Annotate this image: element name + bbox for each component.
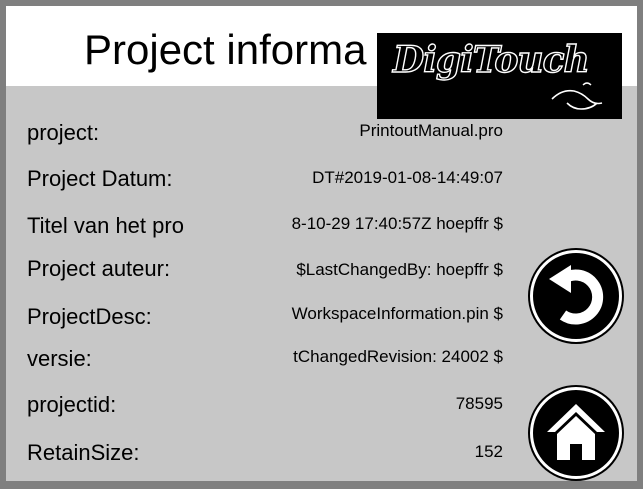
value-projectid-box: 78595 (218, 389, 503, 419)
value-projectdesc: WorkspaceInformation.pin $ (291, 304, 503, 323)
page-title: Project informa (84, 26, 367, 73)
value-project-auteur-box: $LastChangedBy: hoepffr $ (218, 255, 503, 285)
label-versie: versie: (27, 346, 92, 371)
value-projectid: 78595 (455, 394, 503, 413)
back-arrow-icon (549, 265, 604, 325)
value-project: PrintoutManual.pro (359, 121, 503, 140)
home-button[interactable] (530, 387, 622, 479)
value-versie: tChangedRevision: 24002 $ (293, 347, 503, 366)
value-versie-box: tChangedRevision: 24002 $ (218, 342, 503, 372)
value-retainsize: 152 (474, 442, 503, 461)
value-project-box: PrintoutManual.pro (218, 116, 503, 146)
label-titel: Titel van het pro (27, 213, 184, 238)
project-info-screen: Project informa DigiTouch project: Print… (0, 0, 643, 489)
value-projectdesc-box: WorkspaceInformation.pin $ (218, 299, 503, 329)
value-retainsize-box: 152 (218, 437, 503, 467)
back-button[interactable] (530, 250, 622, 342)
digitouch-logo: DigiTouch (377, 33, 622, 119)
home-icon (547, 404, 605, 460)
label-project-datum: Project Datum: (27, 166, 173, 191)
label-titel-box: Titel van het pro (27, 210, 211, 242)
logo-hand-icon (551, 82, 603, 110)
value-project-datum-box: DT#2019-01-08-14:49:07 (218, 163, 503, 193)
value-titel-box: 8-10-29 17:40:57Z hoepffr $ (218, 209, 503, 239)
label-projectdesc: ProjectDesc: (27, 304, 152, 329)
label-project-auteur: Project auteur: (27, 256, 171, 281)
label-retainsize: RetainSize: (27, 440, 140, 465)
label-project: project: (27, 120, 100, 145)
value-project-auteur: $LastChangedBy: hoepffr $ (296, 260, 503, 279)
value-project-datum: DT#2019-01-08-14:49:07 (312, 168, 503, 187)
value-titel: 8-10-29 17:40:57Z hoepffr $ (291, 214, 503, 233)
label-projectid: projectid: (27, 392, 117, 417)
